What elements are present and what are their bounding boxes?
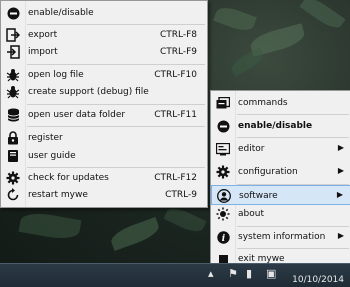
tray-mywe-icon[interactable]: ▣ (266, 267, 276, 280)
menu-item-label: enable/disable (28, 8, 94, 18)
shortcut-text: CTRL-9 (165, 190, 197, 200)
menu-item-label: register (28, 133, 63, 143)
main-context-menu: enable/disable export CTRL-F8 import CTR… (0, 0, 208, 208)
import-icon (5, 44, 21, 60)
menu-item-about[interactable]: about (211, 204, 350, 224)
gear-icon (215, 164, 231, 180)
tray-context-menu: commands enable/disable editor ▶ configu… (210, 90, 350, 270)
menu-item-system-information[interactable]: i system information ▶ (211, 227, 350, 247)
power-off-icon (5, 5, 21, 21)
bug-icon (5, 84, 21, 100)
menu-item-label: software (239, 191, 278, 201)
menu-item-label: enable/disable (238, 121, 313, 131)
shortcut-text: CTRL-F12 (154, 173, 197, 183)
menu-item-label: about (238, 209, 264, 219)
menu-item-configuration[interactable]: configuration ▶ (211, 162, 350, 182)
shortcut-text: CTRL-F9 (159, 47, 197, 57)
wallpaper-leaf (18, 209, 82, 243)
lock-icon (5, 130, 21, 146)
submenu-arrow-icon: ▶ (337, 143, 344, 152)
menu-item-label: configuration (238, 167, 298, 177)
submenu-arrow-icon: ▶ (336, 190, 343, 199)
tray-network-icon[interactable]: ▮ (246, 267, 252, 280)
menu-item-restart-mywe[interactable]: restart mywe CTRL-9 (1, 185, 207, 205)
bug-icon (5, 67, 21, 83)
menu-item-user-guide[interactable]: user guide (1, 146, 207, 166)
shortcut-text: CTRL-F11 (154, 110, 197, 120)
menu-item-import[interactable]: import CTRL-F9 (1, 42, 207, 62)
menu-item-create-support-file[interactable]: create support (debug) file (1, 82, 207, 102)
commands-icon (215, 95, 231, 111)
menu-item-label: restart mywe (28, 190, 88, 200)
wallpaper-leaf (163, 204, 207, 236)
power-off-icon (215, 118, 231, 134)
menu-item-label: system information (238, 232, 326, 242)
menu-item-software[interactable]: software ▶ (211, 185, 350, 205)
menu-item-label: open log file (28, 70, 84, 80)
database-icon (5, 107, 21, 123)
editor-icon (215, 141, 231, 157)
menu-item-enable-disable[interactable]: enable/disable (1, 3, 207, 23)
menu-item-editor[interactable]: editor ▶ (211, 139, 350, 159)
shortcut-text: CTRL-F10 (154, 70, 197, 80)
menu-separator (237, 137, 349, 138)
submenu-arrow-icon: ▶ (337, 231, 344, 240)
menu-item-enable-disable[interactable]: enable/disable (211, 116, 350, 136)
menu-item-label: commands (238, 98, 288, 108)
tray-flag-icon[interactable]: ⚑ (228, 267, 238, 280)
menu-separator (237, 114, 349, 115)
restart-icon (5, 187, 21, 203)
gear-icon (5, 170, 21, 186)
info-icon: i (215, 229, 231, 245)
taskbar: ▴ ⚑ ▮ ▣ 10/10/2014 (0, 263, 350, 287)
menu-item-label: create support (debug) file (28, 87, 149, 97)
menu-item-register[interactable]: register (1, 128, 207, 148)
menu-item-label: export (28, 30, 58, 40)
menu-item-label: open user data folder (28, 110, 126, 120)
menu-item-label: import (28, 47, 58, 57)
menu-item-commands[interactable]: commands (211, 93, 350, 113)
wallpaper-leaf (213, 3, 257, 35)
menu-separator (27, 126, 205, 127)
sun-icon (215, 206, 231, 222)
user-icon (216, 188, 232, 204)
book-icon (5, 148, 21, 164)
tray-up-arrow-icon[interactable]: ▴ (208, 267, 214, 280)
submenu-arrow-icon: ▶ (337, 166, 344, 175)
taskbar-date[interactable]: 10/10/2014 (292, 275, 344, 285)
svg-text:i: i (221, 234, 225, 244)
wallpaper-leaf (299, 0, 346, 33)
wallpaper-leaf (228, 47, 267, 77)
menu-item-label: editor (238, 144, 265, 154)
menu-item-label: user guide (28, 151, 76, 161)
menu-item-label: check for updates (28, 173, 109, 183)
shortcut-text: CTRL-F8 (159, 30, 197, 40)
menu-item-open-user-data-folder[interactable]: open user data folder CTRL-F11 (1, 105, 207, 125)
wallpaper-leaf (108, 216, 162, 252)
export-icon (5, 27, 21, 43)
